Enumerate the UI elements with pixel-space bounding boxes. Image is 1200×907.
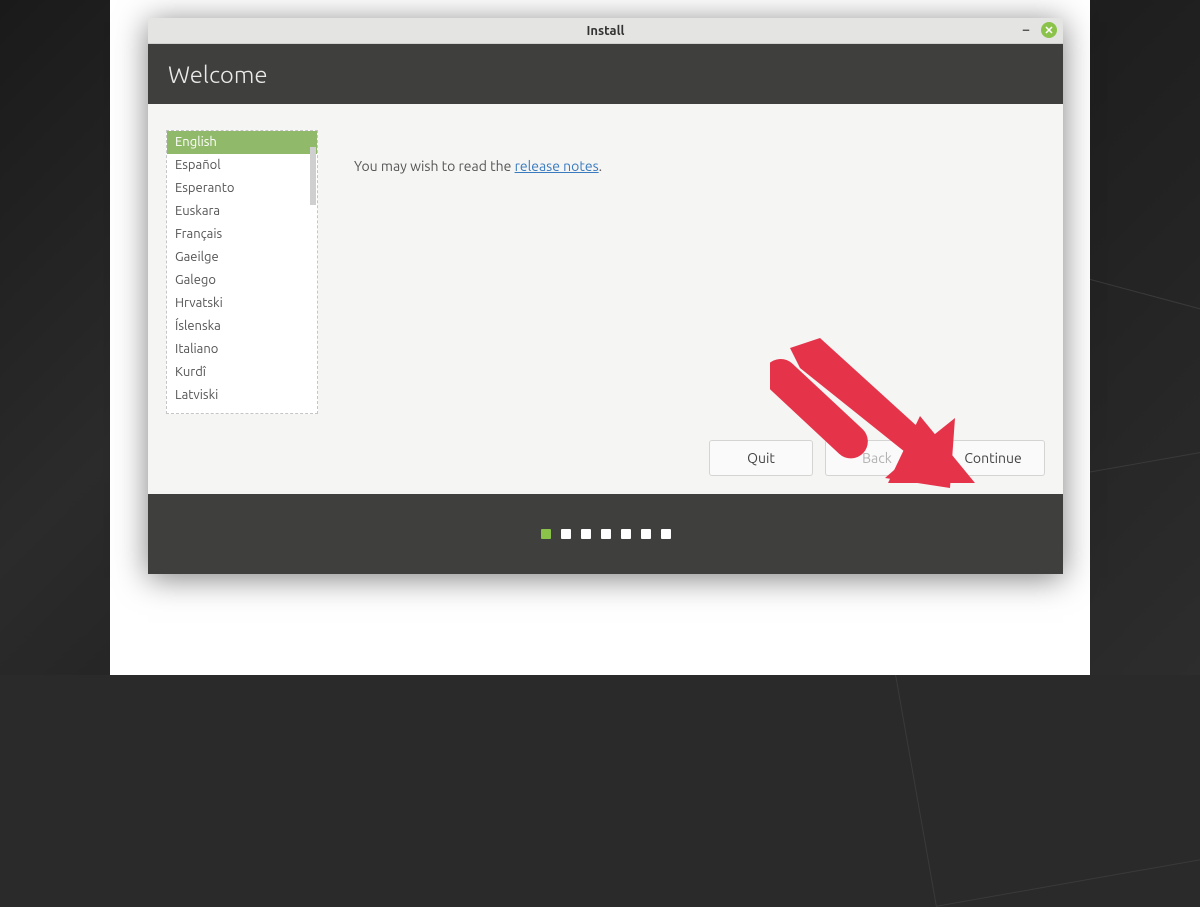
page-title: Welcome [168,61,268,88]
titlebar[interactable]: Install – ✕ [148,18,1063,44]
language-option[interactable]: Français [167,223,317,246]
language-option[interactable]: Euskara [167,200,317,223]
step-indicator [641,529,651,539]
window-title: Install [587,24,625,38]
back-button: Back [825,440,929,476]
language-option[interactable]: Latviski [167,384,317,407]
scrollbar-thumb[interactable] [310,147,316,205]
language-option[interactable]: Íslenska [167,315,317,338]
language-list[interactable]: EnglishEspañolEsperantoEuskaraFrançaisGa… [166,130,318,414]
step-indicator [621,529,631,539]
progress-strip [148,494,1063,574]
window-controls: – ✕ [1019,22,1057,38]
language-option[interactable]: Hrvatski [167,292,317,315]
nav-button-row: Quit Back Continue [709,440,1045,476]
page-header: Welcome [148,44,1063,104]
step-indicator [661,529,671,539]
step-indicator [601,529,611,539]
release-notes-text: You may wish to read the release notes. [354,158,602,468]
continue-button[interactable]: Continue [941,440,1045,476]
language-option[interactable]: Español [167,154,317,177]
content-area: EnglishEspañolEsperantoEuskaraFrançaisGa… [148,104,1063,494]
close-button[interactable]: ✕ [1041,22,1057,38]
language-option[interactable]: Galego [167,269,317,292]
release-notes-prefix: You may wish to read the [354,158,515,174]
step-indicator [541,529,551,539]
close-icon: ✕ [1044,24,1053,37]
release-notes-suffix: . [599,158,602,174]
release-notes-link[interactable]: release notes [515,158,599,174]
language-option[interactable]: Kurdî [167,361,317,384]
minimize-button[interactable]: – [1019,23,1033,37]
language-option[interactable]: Esperanto [167,177,317,200]
step-indicator [581,529,591,539]
step-indicator [561,529,571,539]
language-option[interactable]: Gaeilge [167,246,317,269]
language-option[interactable]: Italiano [167,338,317,361]
language-option[interactable]: English [167,131,317,154]
installer-window: Install – ✕ Welcome EnglishEspañolEspera… [148,18,1063,574]
quit-button[interactable]: Quit [709,440,813,476]
